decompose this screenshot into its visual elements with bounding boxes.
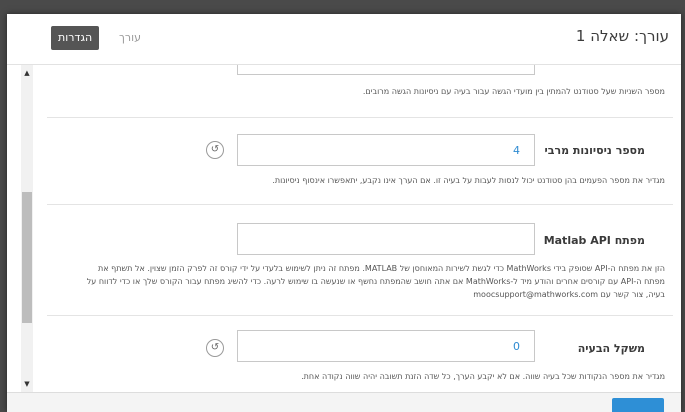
scroll-down-icon[interactable]: ▼ [21,378,33,390]
undo-icon[interactable]: ↺ [206,339,224,357]
modal-title: עורך: שאלה 1 [575,27,669,45]
max-attempts-label: מספר ניסיונות מרבי [544,144,645,157]
section-matlab-api: מפתח Matlab API הזן את מפתח ה-API שסופק … [47,205,673,316]
matlab-api-help-line-2: מפתח ה-API עם קורסים אחרים והודע מיד ל-M… [86,277,665,286]
max-attempts-input[interactable]: 4 [237,134,535,166]
editor-tab-link[interactable]: עורך [119,31,141,44]
section-max-attempts: מספר ניסיונות מרבי 4 ↺ מגדיר את מספר הפע… [47,118,673,205]
matlab-api-help-line-3: בעיה, צור קשר עם moocsupport@mathworks.c… [473,290,665,299]
scroll-up-icon[interactable]: ▲ [21,67,33,79]
max-attempts-help: מגדיר את מספר הפעמים בהן סטודנט יכול לנס… [272,176,665,185]
problem-weight-help: מגדיר את מספר הנקודות שכל בעיה שווה. אם … [301,372,665,381]
section-problem-weight: משקל הבעיה 0 ↺ מגדיר את מספר הנקודות שכל… [47,316,673,392]
settings-tab-button[interactable]: הגדרות [51,26,100,50]
matlab-api-help-line-1: הזן את מפתח ה-API שסופק בידי MathWorks כ… [97,264,665,273]
matlab-api-input[interactable] [237,223,535,255]
submission-delay-help: מספר השניות שעל סטודנט להמתין בין מועדי … [362,87,665,96]
max-attempts-value: 4 [513,144,520,157]
matlab-api-label: מפתח Matlab API [543,234,645,247]
problem-weight-label: משקל הבעיה [577,342,645,355]
scrollbar-thumb[interactable] [22,192,32,323]
modal-header: עורך: שאלה 1 הגדרות עורך [7,14,681,65]
settings-list: מספר השניות שעל סטודנט להמתין בין מועדי … [47,65,673,392]
submission-delay-input[interactable] [237,65,535,75]
modal-footer [7,392,681,412]
section-submission-delay: מספר השניות שעל סטודנט להמתין בין מועדי … [47,65,673,118]
undo-icon[interactable]: ↺ [206,141,224,159]
save-button[interactable] [612,398,664,412]
problem-weight-input[interactable]: 0 [237,330,535,362]
problem-weight-value: 0 [513,340,520,353]
settings-modal: עורך: שאלה 1 הגדרות עורך ▲ ▼ מספר השניות… [7,14,681,412]
scrollbar[interactable]: ▲ ▼ [21,65,33,392]
